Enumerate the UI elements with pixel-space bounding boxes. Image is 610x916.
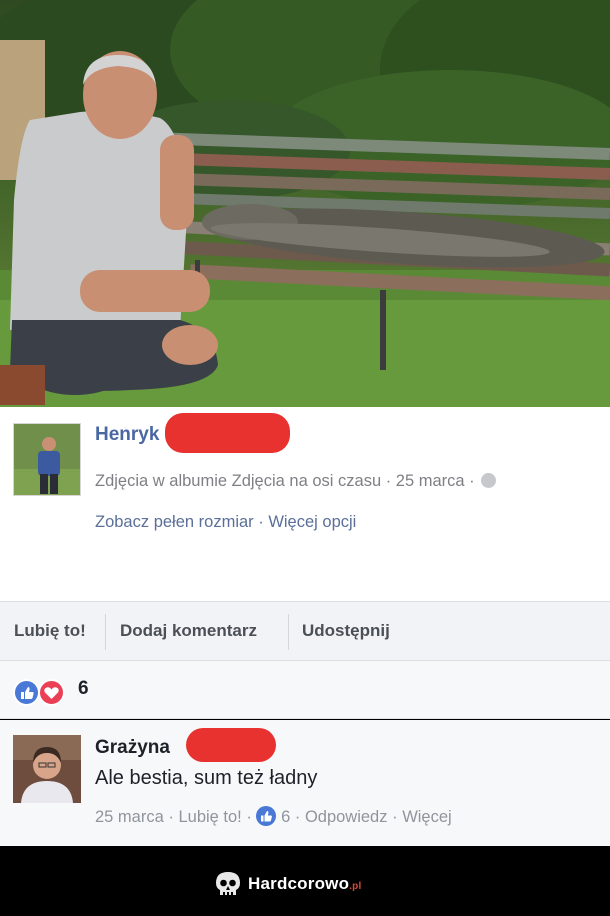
comment-button[interactable]: Dodaj komentarz [120, 621, 257, 641]
brand-name: Hardcorowo [248, 874, 350, 893]
globe-icon [481, 473, 497, 488]
action-divider [288, 614, 289, 650]
comment-reply-link[interactable]: Odpowiedz [305, 808, 388, 826]
comment-text: Ale bestia, sum też ładny [95, 767, 318, 789]
reaction-count[interactable]: 6 [78, 678, 89, 700]
commenter-name[interactable]: Grażyna [95, 737, 170, 759]
comment-like-link[interactable]: Lubię to! [178, 808, 241, 826]
meta-separator: · [392, 808, 403, 826]
post-author-name[interactable]: Henryk [95, 424, 159, 446]
love-reaction-icon [38, 679, 65, 706]
skull-logo-icon [216, 872, 240, 895]
meta-separator: · [246, 808, 257, 826]
comment-like-count[interactable]: 6 [281, 808, 290, 826]
meta-separator: · [168, 808, 179, 826]
reactions-row[interactable]: 6 [0, 661, 610, 719]
comment-meta: 25 marca · Lubię to! · 6 · Odpowiedz · W… [95, 806, 452, 827]
post-card: Henryk Zdjęcia w albumie Zdjęcia na osi … [0, 407, 610, 601]
watermark-footer: Hardcorowo.pl [0, 846, 610, 916]
like-icon [256, 806, 277, 826]
redaction-mark [165, 413, 290, 453]
like-button[interactable]: Lubię to! [14, 621, 86, 641]
post-action-bar: Lubię to! Dodaj komentarz Udostępnij [0, 601, 610, 661]
share-button[interactable]: Udostępnij [302, 621, 390, 641]
author-avatar[interactable] [13, 423, 81, 496]
comment-date[interactable]: 25 marca [95, 808, 164, 826]
action-divider [105, 614, 106, 650]
commenter-avatar[interactable] [13, 735, 81, 803]
redaction-mark [186, 728, 276, 762]
meta-separator: · [294, 808, 305, 826]
post-photo[interactable] [0, 0, 610, 407]
comment-more-link[interactable]: Więcej [402, 808, 452, 826]
photo-illustration [0, 0, 610, 407]
brand-logo-text: Hardcorowo.pl [248, 874, 361, 894]
post-links[interactable]: Zobacz pełen rozmiar · Więcej opcji [95, 513, 356, 532]
post-meta-text[interactable]: Zdjęcia w albumie Zdjęcia na osi czasu ·… [95, 472, 475, 490]
like-reaction-icon [13, 679, 40, 706]
comment-item: Grażyna Ale bestia, sum też ładny 25 mar… [0, 720, 610, 846]
brand-tld: .pl [349, 881, 362, 892]
post-meta: Zdjęcia w albumie Zdjęcia na osi czasu ·… [95, 472, 497, 491]
